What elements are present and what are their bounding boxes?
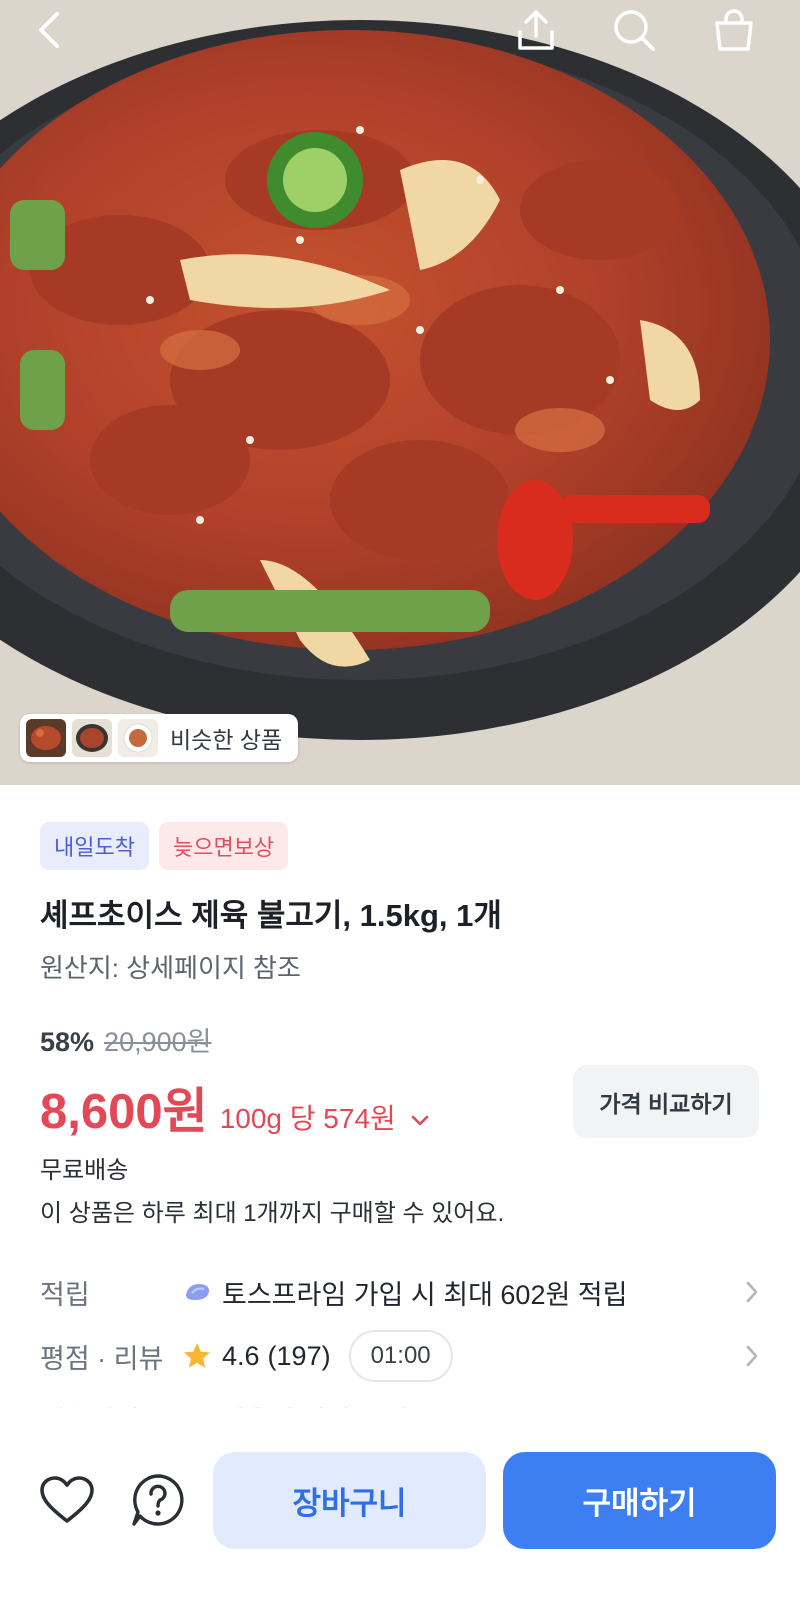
- heart-icon: [40, 1476, 94, 1523]
- share-button[interactable]: [510, 4, 562, 56]
- points-label: 적립: [40, 1279, 90, 1310]
- product-origin: 원산지: 상세페이지 참조: [40, 953, 301, 983]
- points-text: 토스프라임 가입 시 최대 602원 적립: [222, 1279, 628, 1310]
- buy-now-button[interactable]: 구매하기: [503, 1452, 776, 1549]
- points-value: 토스프라임 가입 시 최대 602원 적립: [182, 1273, 760, 1312]
- unit-price-toggle[interactable]: 100g 당 574원: [220, 1097, 430, 1137]
- back-arrow-icon: [39, 12, 59, 48]
- star-icon: [184, 1343, 210, 1368]
- shopping-bag-icon: [715, 9, 753, 51]
- similar-products-button[interactable]: 비슷한 상품: [20, 714, 299, 762]
- purchase-limit: 이 상품은 하루 최대 1개까지 구매할 수 있어요.: [40, 1200, 505, 1227]
- product-title: 셰프초이스 제육 불고기, 1.5kg, 1개: [40, 898, 502, 933]
- chevron-down-icon: [411, 1115, 428, 1126]
- search-button[interactable]: [608, 4, 660, 56]
- search-icon: [614, 10, 655, 51]
- similar-thumbnail: [118, 719, 158, 757]
- unit-price: 100g 당 574원: [219, 1103, 396, 1134]
- badge-tomorrow-arrival: 내일도착: [40, 822, 149, 870]
- add-to-cart-button[interactable]: 장바구니: [213, 1452, 486, 1549]
- chevron-right-icon: [746, 1281, 758, 1303]
- back-button[interactable]: [24, 4, 76, 56]
- question-icon: [132, 1474, 184, 1526]
- top-navigation: [0, 0, 800, 60]
- rating-value: 4.6 (197) 01:00: [182, 1330, 760, 1382]
- share-icon: [518, 10, 554, 50]
- badge-late-compensation: 늦으면보상: [158, 822, 289, 870]
- compare-price-button[interactable]: 가격 비교하기: [573, 1065, 759, 1138]
- free-shipping: 무료배송: [40, 1157, 129, 1184]
- product-photo: [0, 0, 800, 785]
- review-count: (197): [267, 1340, 331, 1371]
- help-button[interactable]: [128, 1470, 188, 1530]
- chevron-right-icon: [746, 1345, 758, 1367]
- original-price: 20,900원: [104, 1027, 212, 1057]
- price-row: 8,600원 100g 당 574원: [40, 1072, 430, 1143]
- wishlist-button[interactable]: [37, 1470, 97, 1530]
- discount-row: 58% 20,900원: [40, 1020, 211, 1059]
- similar-thumbnail: [26, 719, 66, 757]
- product-image[interactable]: 비슷한 상품: [0, 0, 800, 785]
- similar-products-label: 비슷한 상품: [170, 727, 283, 753]
- cart-button[interactable]: [708, 4, 760, 56]
- rating-score: 4.6: [222, 1340, 260, 1371]
- similar-thumbnail: [72, 719, 112, 757]
- sale-price: 8,600원: [40, 1085, 208, 1139]
- points-row[interactable]: 적립 토스프라임 가입 시 최대 602원 적립: [40, 1262, 760, 1322]
- rating-label: 평점 · 리뷰: [40, 1343, 164, 1374]
- discount-rate: 58%: [40, 1027, 95, 1057]
- delivery-badges: 내일도착 늦으면보상: [40, 822, 289, 870]
- timer-badge: 01:00: [348, 1330, 453, 1382]
- rating-review-row[interactable]: 평점 · 리뷰 4.6 (197) 01:00: [40, 1326, 760, 1386]
- toss-prime-icon: [186, 1284, 210, 1300]
